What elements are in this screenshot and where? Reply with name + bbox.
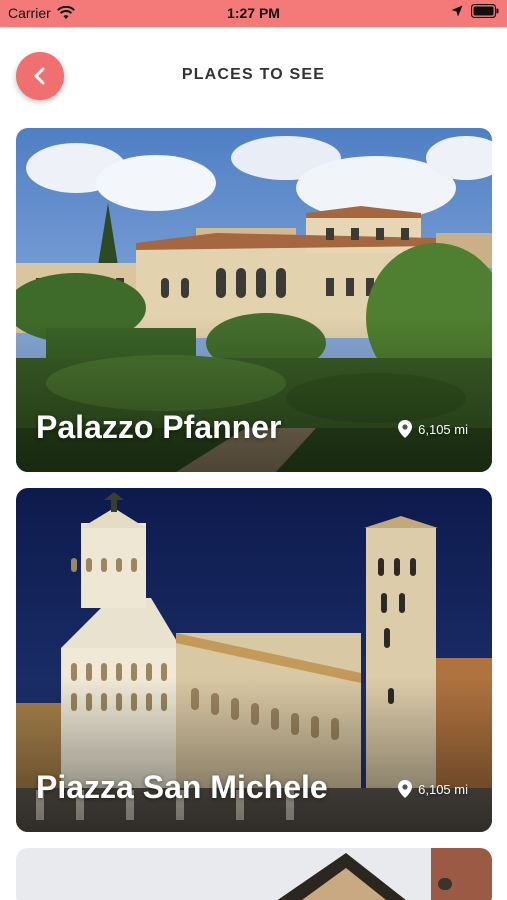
distance-value: 6,105 mi bbox=[418, 781, 468, 797]
location-pin-icon bbox=[398, 420, 413, 438]
status-time: 1:27 PM bbox=[227, 5, 280, 21]
place-distance: 6,105 mi bbox=[398, 420, 468, 438]
place-card-palazzo-pfanner[interactable]: Palazzo Pfanner 6,105 mi bbox=[16, 128, 492, 472]
location-pin-icon bbox=[398, 780, 413, 798]
status-right bbox=[451, 4, 499, 18]
nav-header: PLACES TO SEE bbox=[0, 27, 507, 122]
place-name: Piazza San Michele bbox=[36, 769, 328, 805]
place-name: Palazzo Pfanner bbox=[36, 409, 282, 445]
location-arrow-icon bbox=[451, 5, 463, 17]
status-bar: Carrier 1:27 PM bbox=[0, 0, 507, 27]
distance-value: 6,105 mi bbox=[418, 421, 468, 437]
page-title: PLACES TO SEE bbox=[181, 66, 326, 83]
place-image-partial bbox=[16, 848, 492, 900]
battery-icon bbox=[471, 4, 499, 18]
place-distance: 6,105 mi bbox=[398, 780, 468, 798]
place-card-piazza-san-michele[interactable]: Piazza San Michele 6,105 mi bbox=[16, 488, 492, 832]
place-card-partial[interactable] bbox=[16, 848, 492, 900]
